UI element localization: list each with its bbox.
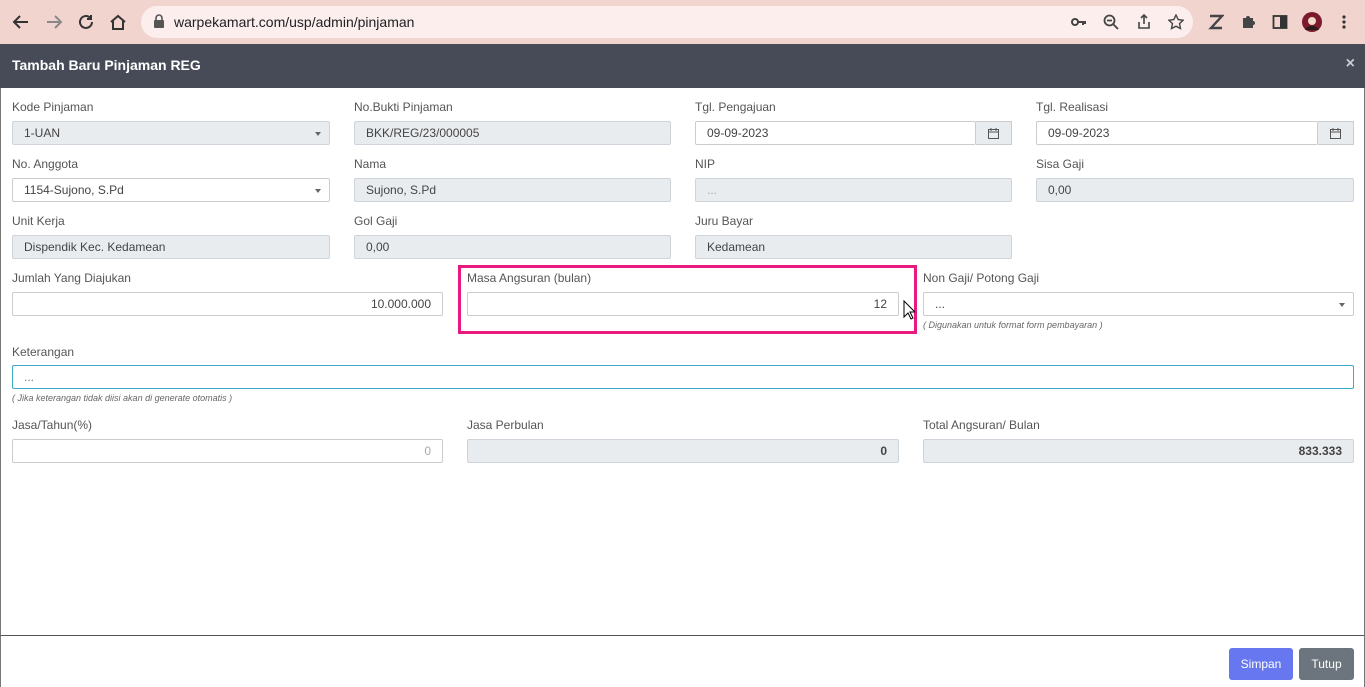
- chevron-down-icon: [315, 132, 321, 136]
- keterangan-label: Keterangan: [12, 345, 75, 359]
- modal-header: Tambah Baru Pinjaman REG ×: [0, 44, 1365, 88]
- jumlah-label: Jumlah Yang Diajukan: [12, 271, 131, 285]
- keterangan-input[interactable]: [12, 365, 1354, 389]
- sisa-gaji-label: Sisa Gaji: [1036, 157, 1085, 171]
- keterangan-hint: ( Jika keterangan tidak diisi akan di ge…: [12, 393, 233, 403]
- url-text: warpekamart.com/usp/admin/pinjaman: [174, 14, 415, 30]
- mouse-cursor-icon: [903, 299, 917, 323]
- nama-field: Sujono, S.Pd: [354, 178, 671, 202]
- gol-gaji-label: Gol Gaji: [354, 214, 398, 228]
- bookmark-star-icon[interactable]: [1167, 13, 1185, 31]
- total-angsuran-field: 833.333: [923, 439, 1354, 463]
- tgl-realisasi-label: Tgl. Realisasi: [1036, 100, 1109, 114]
- share-icon[interactable]: [1135, 13, 1153, 31]
- kode-pinjaman-label: Kode Pinjaman: [12, 100, 94, 114]
- address-bar[interactable]: warpekamart.com/usp/admin/pinjaman: [141, 6, 1193, 38]
- no-bukti-field: BKK/REG/23/000005: [354, 121, 671, 145]
- browser-toolbar: warpekamart.com/usp/admin/pinjaman: [0, 0, 1365, 44]
- key-icon[interactable]: [1070, 13, 1088, 31]
- highlight-box: [458, 265, 917, 334]
- jasa-perbulan-label: Jasa Perbulan: [467, 418, 544, 432]
- juru-bayar-label: Juru Bayar: [695, 214, 754, 228]
- non-gaji-label: Non Gaji/ Potong Gaji: [923, 271, 1040, 285]
- back-icon[interactable]: [10, 11, 32, 33]
- home-icon[interactable]: [107, 11, 129, 33]
- jasa-perbulan-field: 0: [467, 439, 899, 463]
- juru-bayar-field: Kedamean: [695, 235, 1012, 259]
- zoom-icon[interactable]: [1102, 13, 1120, 31]
- tgl-pengajuan-input[interactable]: 09-09-2023: [695, 121, 976, 145]
- modal-body: [0, 88, 1365, 635]
- jasa-tahun-label: Jasa/Tahun(%): [12, 418, 93, 432]
- z-extension-icon[interactable]: [1205, 11, 1227, 33]
- gol-gaji-field: 0,00: [354, 235, 671, 259]
- no-bukti-label: No.Bukti Pinjaman: [354, 100, 453, 114]
- save-button[interactable]: Simpan: [1229, 648, 1293, 680]
- nip-label: NIP: [695, 157, 716, 171]
- tgl-pengajuan-label: Tgl. Pengajuan: [695, 100, 776, 114]
- non-gaji-select[interactable]: ...: [923, 292, 1354, 316]
- chevron-down-icon: [1339, 303, 1345, 307]
- tgl-realisasi-input[interactable]: 09-09-2023: [1036, 121, 1318, 145]
- extensions-puzzle-icon[interactable]: [1237, 11, 1259, 33]
- no-anggota-select[interactable]: 1154-Sujono, S.Pd: [12, 178, 330, 202]
- nip-field: ...: [695, 178, 1012, 202]
- close-button[interactable]: Tutup: [1299, 648, 1354, 680]
- menu-kebab-icon[interactable]: [1333, 11, 1355, 33]
- nama-label: Nama: [354, 157, 387, 171]
- profile-avatar-icon[interactable]: [1301, 11, 1323, 33]
- calendar-icon[interactable]: [1318, 121, 1354, 145]
- modal-title: Tambah Baru Pinjaman REG: [12, 57, 201, 73]
- jumlah-input[interactable]: 10.000.000: [12, 292, 443, 316]
- kode-pinjaman-select[interactable]: 1-UAN: [12, 121, 330, 145]
- close-icon[interactable]: ×: [1346, 55, 1355, 73]
- jasa-tahun-input[interactable]: 0: [12, 439, 443, 463]
- unit-kerja-field: Dispendik Kec. Kedamean: [12, 235, 330, 259]
- calendar-icon[interactable]: [976, 121, 1012, 145]
- sisa-gaji-field: 0,00: [1036, 178, 1354, 202]
- non-gaji-hint: ( Digunakan untuk format form pembayaran…: [923, 320, 1103, 330]
- unit-kerja-label: Unit Kerja: [12, 214, 65, 228]
- reload-icon[interactable]: [75, 11, 97, 33]
- lock-icon: [153, 14, 165, 31]
- total-angsuran-label: Total Angsuran/ Bulan: [923, 418, 1040, 432]
- modal-footer: [0, 635, 1365, 687]
- side-panel-icon[interactable]: [1269, 11, 1291, 33]
- no-anggota-label: No. Anggota: [12, 157, 79, 171]
- chevron-down-icon: [315, 189, 321, 193]
- forward-icon[interactable]: [43, 11, 65, 33]
